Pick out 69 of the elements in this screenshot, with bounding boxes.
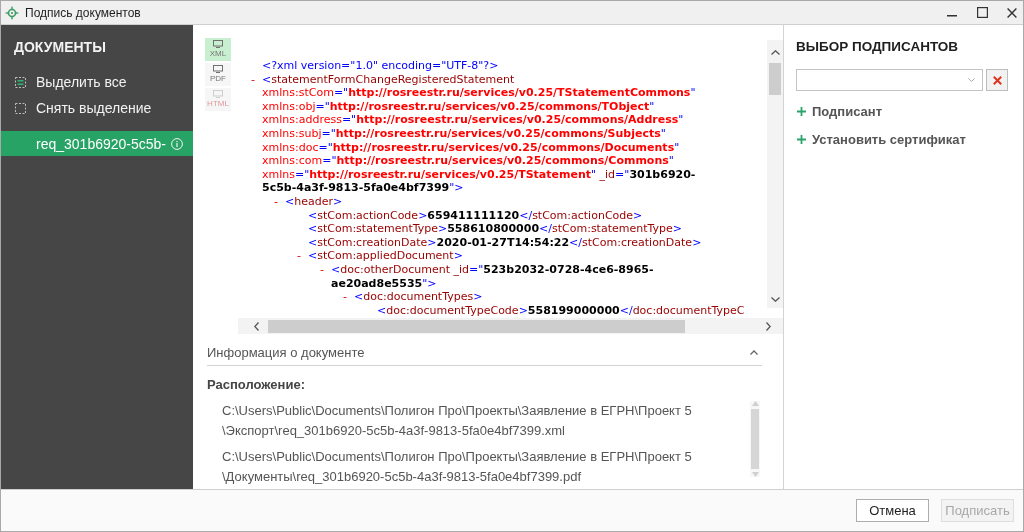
add-button[interactable]: Подписант bbox=[796, 100, 883, 122]
crosshair-icon bbox=[5, 5, 19, 20]
sidebar-title: ДОКУМЕНТЫ bbox=[13, 38, 107, 56]
section-header[interactable]: Информация о документе bbox=[207, 339, 762, 366]
xml-line: <doc:otherDocument _id="523b2032-0728-4ce6-8965- bbox=[331, 262, 654, 277]
xml-line: <stCom:statementType>558610800000</stCom:statementType> bbox=[308, 222, 682, 236]
collapse-toggle[interactable]: - bbox=[250, 72, 256, 86]
xml-line: xmlns:address="http://rosreestr.ru/services/v0.25/commons/Address" bbox=[262, 113, 685, 127]
scrollbar-thumb[interactable] bbox=[769, 63, 781, 95]
xml-line: xmlns:subj="http://rosreestr.ru/services/v0.25/commons/Subjects" bbox=[262, 126, 667, 141]
view-tab[interactable]: XML bbox=[205, 38, 231, 61]
document-name: req_301b6920-5c5b- bbox=[36, 135, 166, 152]
xml-line: <?xml version="1.0" encoding="UTF-8"?> bbox=[262, 59, 499, 73]
dashed-list-icon bbox=[15, 76, 26, 88]
xml-line: <header> bbox=[285, 194, 343, 209]
xml-line: xmlns:com="http://rosreestr.ru/services/v0.25/commons/Commons" bbox=[262, 154, 675, 168]
triangle-up-icon bbox=[751, 401, 759, 406]
chevron-down-icon bbox=[968, 78, 975, 82]
xml-line: ae20ad8e5535"> bbox=[331, 276, 438, 291]
vertical-scrollbar[interactable] bbox=[750, 401, 760, 477]
xml-line: 5c5b-4a3f-9813-5fa0e4bf7399"> bbox=[262, 181, 465, 195]
xml-line: <stCom:appliedDocument> bbox=[308, 249, 463, 263]
minimize-icon bbox=[947, 15, 957, 17]
xml-line: <stCom:actionCode>659411111120</stCom:actionCode> bbox=[308, 208, 643, 223]
caret-left-icon bbox=[254, 321, 259, 331]
add-button[interactable]: Установить сертификат bbox=[796, 128, 966, 150]
info-icon[interactable] bbox=[171, 137, 183, 150]
document-item[interactable]: req_301b6920-5c5b- bbox=[1, 131, 193, 156]
chevron-up-icon bbox=[750, 349, 758, 355]
file-path: C:\Users\Public\Documents\Полигон Про\Проекты\Заявление в ЕГРН\Проект 5 \Экспорт\req_301b6920-5c5b-4a3f-9813-5fa0e4bf7399.xml bbox=[222, 402, 693, 440]
dashed-square-icon bbox=[15, 102, 26, 114]
collapse-toggle[interactable]: - bbox=[319, 262, 325, 276]
view-tab[interactable]: PDF bbox=[205, 63, 231, 86]
signer-dropdown[interactable] bbox=[796, 69, 983, 91]
xml-line: <stCom:creationDate>2020-01-27T14:54:22</stCom:creationDate> bbox=[308, 235, 702, 250]
cross-icon bbox=[992, 75, 1002, 85]
field-label: Расположение: bbox=[207, 376, 306, 394]
vertical-scrollbar[interactable] bbox=[767, 40, 783, 308]
plus-icon bbox=[797, 134, 806, 144]
window-title: Подпись документов bbox=[25, 5, 141, 20]
caret-down-icon bbox=[770, 297, 780, 302]
monitor-icon bbox=[213, 90, 223, 98]
select-all-button[interactable]: Выделить все bbox=[1, 69, 193, 95]
collapse-toggle[interactable]: - bbox=[273, 194, 279, 208]
caret-right-icon bbox=[766, 321, 771, 331]
xml-line: <statementFormChangeRegisteredStatement bbox=[262, 72, 516, 87]
panel-title: ВЫБОР ПОДПИСАНТОВ bbox=[796, 38, 960, 56]
xml-line: <doc:documentTypes> bbox=[354, 290, 483, 304]
close-icon bbox=[1007, 7, 1017, 18]
deselect-all-button[interactable]: Снять выделение bbox=[1, 95, 193, 121]
xml-line: xmlns:doc="http://rosreestr.ru/services/v0.25/commons/Documents" bbox=[262, 140, 681, 155]
scrollbar-thumb[interactable] bbox=[268, 319, 685, 333]
monitor-icon bbox=[213, 65, 223, 73]
monitor-icon bbox=[213, 40, 223, 48]
file-path: C:\Users\Public\Documents\Полигон Про\Проекты\Заявление в ЕГРН\Проект 5 \Документы\req_301b6920-5c5b-4a3f-9813-5fa0e4bf7399.pdf bbox=[222, 448, 693, 486]
xml-line: xmlns="http://rosreestr.ru/services/v0.25/TStatement" _id="301b6920- bbox=[262, 167, 696, 182]
horizontal-scrollbar[interactable] bbox=[238, 318, 783, 334]
maximize-icon bbox=[976, 7, 988, 18]
xml-line: <doc:documentTypeCode>558199000000</doc:documentTypeC bbox=[377, 303, 745, 318]
scrollbar-thumb[interactable] bbox=[751, 409, 759, 469]
caret-up-icon bbox=[770, 50, 780, 55]
xml-line: xmlns:obj="http://rosreestr.ru/services/v0.25/commons/TObject" bbox=[262, 99, 656, 114]
clear-button[interactable] bbox=[986, 69, 1008, 91]
collapse-toggle[interactable]: - bbox=[342, 290, 348, 304]
triangle-down-icon bbox=[751, 472, 759, 477]
xml-line: xmlns:stCom="http://rosreestr.ru/services/v0.25/TStatementCommons" bbox=[262, 86, 696, 100]
collapse-toggle[interactable]: - bbox=[296, 249, 302, 263]
cancel-button[interactable]: Отмена bbox=[856, 499, 929, 522]
plus-icon bbox=[797, 106, 806, 116]
